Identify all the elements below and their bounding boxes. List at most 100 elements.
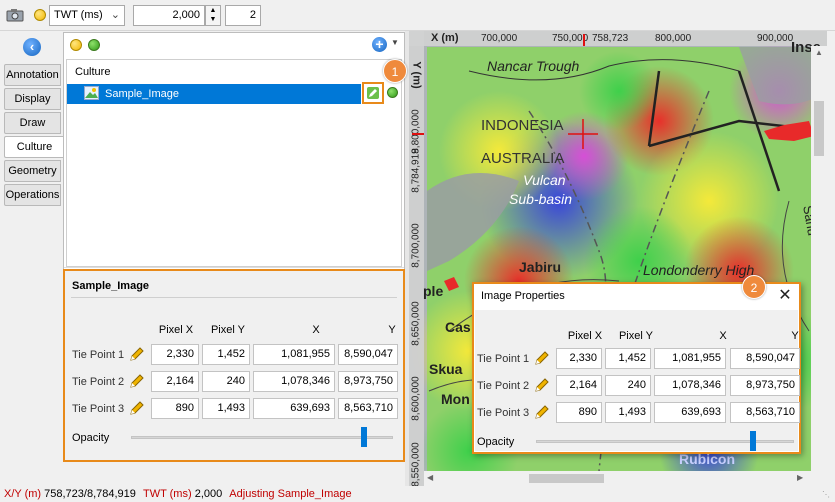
section-divider — [71, 297, 397, 298]
domain-dropdown[interactable]: TWT (ms) ⌄ — [49, 5, 125, 26]
y-field[interactable]: 8,563,710 — [730, 402, 800, 423]
edit-tie-point-icon[interactable] — [534, 404, 550, 420]
map-label: Cas — [445, 319, 471, 335]
step-input[interactable]: 2 — [225, 5, 261, 26]
status-twt-label: TWT (ms) — [142, 488, 192, 500]
edit-tie-point-icon[interactable] — [534, 350, 550, 366]
y-tick-label: 8,700,000 — [410, 223, 422, 268]
tab-operations[interactable]: Operations — [4, 184, 61, 206]
tab-display-label: Display — [14, 93, 51, 105]
pixel-x-field[interactable]: 2,330 — [151, 344, 199, 365]
map-label: Mon — [441, 391, 470, 407]
vertical-scroll-thumb[interactable] — [814, 101, 824, 156]
tab-annotation[interactable]: Annotation — [4, 64, 61, 86]
tie-point-label: Tie Point 1 — [477, 353, 530, 365]
scroll-up-icon[interactable]: ▲ — [815, 48, 823, 57]
map-label: ple — [423, 283, 444, 299]
pixel-y-field[interactable]: 1,452 — [605, 348, 651, 369]
opacity-slider-thumb[interactable] — [361, 427, 367, 447]
status-xy-value: 758,723/8,784,919 — [44, 488, 136, 500]
x-field[interactable]: 639,693 — [253, 398, 335, 419]
y-tick-label: 8,550,000 — [410, 442, 422, 486]
x-field[interactable]: 1,081,955 — [253, 344, 335, 365]
map-label: Skua — [429, 361, 463, 377]
pixel-y-field[interactable]: 1,493 — [202, 398, 250, 419]
status-message: Adjusting Sample_Image — [229, 488, 352, 500]
tab-display[interactable]: Display — [4, 88, 61, 110]
opacity-slider[interactable] — [131, 427, 393, 447]
pixel-x-field[interactable]: 2,164 — [151, 371, 199, 392]
map-label: Sub-basin — [509, 191, 573, 207]
status-bar: X/Y (m) 758,723/8,784,919 TWT (ms) 2,000… — [0, 486, 835, 502]
camera-icon[interactable] — [6, 8, 24, 22]
add-layer-button[interactable]: + — [372, 37, 387, 52]
pixel-y-field[interactable]: 1,452 — [202, 344, 250, 365]
edit-tie-point-icon[interactable] — [129, 373, 145, 389]
tab-culture[interactable]: Culture — [4, 136, 64, 158]
status-yellow-icon — [70, 39, 82, 51]
pixel-x-field[interactable]: 2,330 — [556, 348, 602, 369]
resize-grip-icon[interactable]: ⋱ — [822, 490, 832, 500]
y-field[interactable]: 8,590,047 — [730, 348, 800, 369]
spin-up-icon[interactable]: ▲ — [206, 6, 220, 15]
pixel-x-field[interactable]: 2,164 — [556, 375, 602, 396]
status-green-icon — [88, 39, 100, 51]
x-axis-label: X (m) — [431, 32, 459, 44]
y-field[interactable]: 8,973,750 — [338, 371, 398, 392]
add-menu-chevron-icon[interactable]: ▼ — [391, 38, 399, 47]
edit-tie-point-icon[interactable] — [129, 346, 145, 362]
close-icon: ✕ — [778, 287, 792, 304]
callout-badge-1: 1 — [383, 59, 407, 83]
horizontal-scroll-thumb[interactable] — [529, 474, 604, 483]
y-cursor-marker — [412, 133, 424, 135]
map-label: AUSTRALIA — [481, 150, 565, 167]
plus-icon: + — [375, 36, 384, 52]
spin-down-icon[interactable]: ▼ — [206, 15, 220, 24]
pixel-y-field[interactable]: 1,493 — [605, 402, 651, 423]
map-label: INDONESIA — [481, 117, 564, 134]
status-twt-value: 2,000 — [194, 488, 223, 500]
back-button[interactable]: ‹ — [23, 38, 41, 56]
culture-list: Culture Sample_Image — [66, 59, 402, 267]
tie-point-label: Tie Point 1 — [72, 349, 125, 361]
section-title: Sample_Image — [72, 280, 150, 292]
map-label: Nancar Trough — [487, 58, 580, 74]
tie-point-label: Tie Point 3 — [477, 407, 530, 419]
x-field[interactable]: 1,078,346 — [253, 371, 335, 392]
pixel-x-field[interactable]: 890 — [556, 402, 602, 423]
col-header-y: Y — [791, 330, 799, 342]
col-header-x: X — [719, 330, 727, 342]
layer-visible-icon[interactable] — [387, 87, 398, 98]
domain-value-input[interactable]: 2,000 — [133, 5, 205, 26]
x-field[interactable]: 1,081,955 — [654, 348, 726, 369]
close-button[interactable]: ✕ — [774, 285, 796, 307]
map-horizontal-scrollbar[interactable]: ◀ ▶ — [424, 471, 827, 486]
y-field[interactable]: 8,563,710 — [338, 398, 398, 419]
pixel-x-field[interactable]: 890 — [151, 398, 199, 419]
opacity-slider-thumb[interactable] — [750, 431, 756, 451]
tab-geometry[interactable]: Geometry — [4, 160, 61, 182]
sample-image-properties-section: Sample_Image Pixel X Pixel Y X Y Tie Poi… — [63, 269, 405, 462]
scroll-area-divider — [64, 267, 404, 268]
scroll-right-icon[interactable]: ▶ — [797, 473, 803, 482]
tie-point-label: Tie Point 2 — [72, 376, 125, 388]
y-field[interactable]: 8,590,047 — [338, 344, 398, 365]
tab-draw[interactable]: Draw — [4, 112, 61, 134]
map-vertical-scrollbar[interactable]: ▲ — [811, 46, 827, 471]
x-field[interactable]: 639,693 — [654, 402, 726, 423]
edit-tie-point-icon[interactable] — [129, 400, 145, 416]
map-label: Jabiru — [519, 259, 562, 275]
value-spinner[interactable]: ▲ ▼ — [205, 5, 221, 26]
tab-operations-label: Operations — [5, 189, 60, 201]
edit-tie-point-icon[interactable] — [534, 377, 550, 393]
x-field[interactable]: 1,078,346 — [654, 375, 726, 396]
opacity-slider[interactable] — [536, 431, 794, 451]
y-field[interactable]: 8,973,750 — [730, 375, 800, 396]
col-header-pixel-x: Pixel X — [158, 324, 194, 336]
scroll-left-icon[interactable]: ◀ — [427, 473, 433, 482]
pixel-y-field[interactable]: 240 — [605, 375, 651, 396]
pixel-y-field[interactable]: 240 — [202, 371, 250, 392]
domain-dropdown-label: TWT (ms) — [54, 9, 103, 21]
y-axis-label: Y (m) — [410, 61, 423, 89]
edit-image-button[interactable] — [362, 82, 384, 104]
